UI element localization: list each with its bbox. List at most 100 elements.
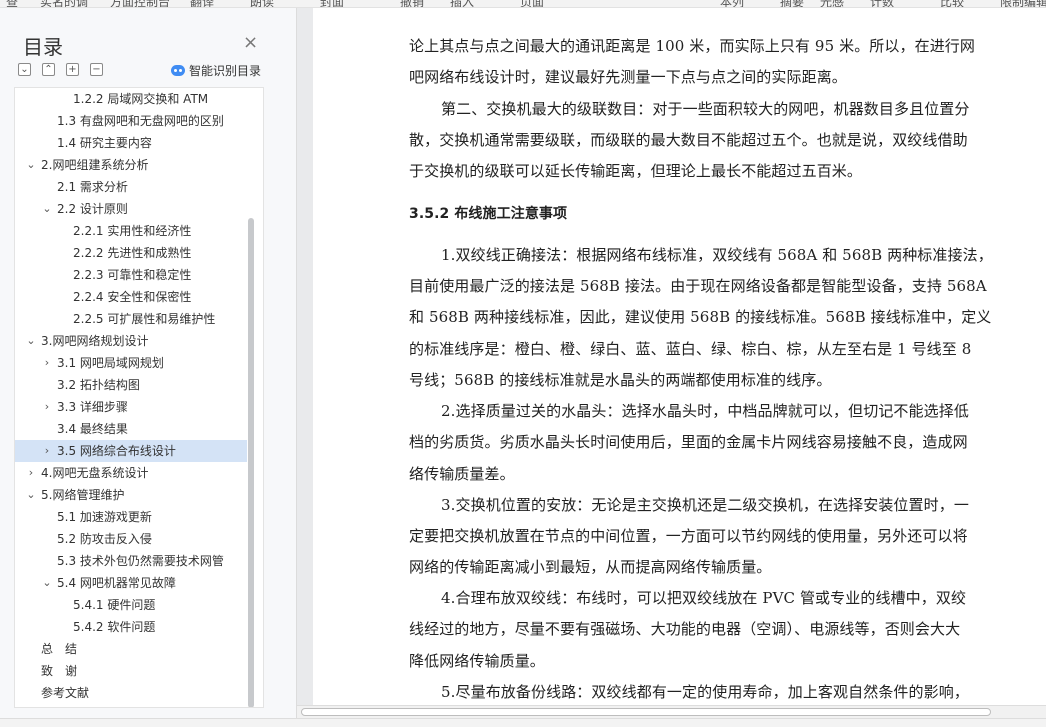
toc-item[interactable]: 参考文献 xyxy=(15,682,247,704)
toc-tree: 1.2.2 局域网交换和 ATM 1.3 有盘网吧和无盘网吧的区别 1.4 研究主要… xyxy=(14,87,264,708)
toc-item-label: 1.2.2 局域网交换和 ATM xyxy=(73,92,209,106)
paragraph-line: 散，交换机通常需要级联，而级联的最大数目不能超过五个。也就是说，双绞线借助 xyxy=(409,131,968,149)
toc-item[interactable]: 5.4.2 软件问题 xyxy=(15,616,247,638)
toc-item[interactable]: 2.2.2 先进性和成熟性 xyxy=(15,242,247,264)
toc-item-label: 2.2.4 安全性和保密性 xyxy=(73,290,192,304)
chevron-right-icon[interactable]: › xyxy=(41,396,53,418)
toc-item[interactable]: 1.2.2 局域网交换和 ATM xyxy=(15,88,247,110)
toc-scrollbar[interactable] xyxy=(248,218,254,707)
toolbar-item[interactable]: 计数 xyxy=(870,0,894,7)
chevron-down-icon[interactable]: ⌄ xyxy=(41,198,53,220)
toc-item-label: 5.4 网吧机器常见故障 xyxy=(57,576,176,590)
toc-item[interactable]: ⌄ 3.网吧网络规划设计 xyxy=(15,330,247,352)
toc-item[interactable]: 2.1 需求分析 xyxy=(15,176,247,198)
toolbar-item[interactable]: 撤销 xyxy=(400,0,424,7)
toc-item[interactable]: 总 结 xyxy=(15,638,247,660)
toc-item-label: 4.网吧无盘系统设计 xyxy=(41,466,149,480)
scrollbar-thumb[interactable] xyxy=(301,708,991,716)
toc-item[interactable]: 5.2 防攻击反入侵 xyxy=(15,528,247,550)
toc-item-label: 2.2.3 可靠性和稳定性 xyxy=(73,268,192,282)
toc-item[interactable]: › 3.5 网络综合布线设计 xyxy=(15,440,247,462)
chevron-down-icon[interactable]: ⌄ xyxy=(25,330,37,352)
toolbar-item[interactable]: 本列 xyxy=(720,0,744,7)
chevron-down-icon[interactable]: ⌄ xyxy=(25,154,37,176)
toc-item-label: 总 结 xyxy=(41,642,78,656)
toc-item[interactable]: ⌄ 5.4 网吧机器常见故障 xyxy=(15,572,247,594)
toolbar-item[interactable]: 朗读 xyxy=(250,0,274,7)
toc-item[interactable]: 5.4.1 硬件问题 xyxy=(15,594,247,616)
toc-item-label: 2.2.5 可扩展性和易维护性 xyxy=(73,312,216,326)
toc-item[interactable]: 致 谢 xyxy=(15,660,247,682)
chevron-right-icon[interactable]: › xyxy=(25,462,37,484)
ai-icon xyxy=(171,65,185,76)
paragraph-line: 定要把交换机放置在节点的中间位置，一方面可以节约网线的使用量，另外还可以将 xyxy=(409,527,968,545)
toc-item-label: 2.2.2 先进性和成熟性 xyxy=(73,246,192,260)
toc-item[interactable]: 1.3 有盘网吧和无盘网吧的区别 xyxy=(15,110,247,132)
toolbar-item[interactable]: 实名的调 xyxy=(40,0,88,7)
chevron-down-icon[interactable]: ⌄ xyxy=(41,572,53,594)
toolbar-item[interactable]: 方面控制台 xyxy=(110,0,170,7)
expand-all-icon[interactable]: ⌃ xyxy=(42,63,55,76)
toc-item[interactable]: 2.2.3 可靠性和稳定性 xyxy=(15,264,247,286)
add-heading-icon[interactable]: + xyxy=(66,63,79,76)
remove-heading-icon[interactable]: − xyxy=(90,63,103,76)
toc-title: 目录 xyxy=(23,35,63,59)
toc-item[interactable]: 3.2 拓扑结构图 xyxy=(15,374,247,396)
toc-item[interactable]: 5.1 加速游戏更新 xyxy=(15,506,247,528)
chevron-right-icon[interactable]: › xyxy=(41,440,53,462)
toolbar-item[interactable]: 摘要 xyxy=(780,0,804,7)
close-icon[interactable]: × xyxy=(243,32,258,53)
toc-item-label: 致 谢 xyxy=(41,664,78,678)
toolbar-item[interactable]: 查 xyxy=(6,0,18,7)
smart-toc-button[interactable]: 智能识别目录 xyxy=(171,62,261,79)
toolbar-item[interactable]: 页面 xyxy=(520,0,544,7)
paragraph-line: 1.双绞线正确接法：根据网络布线标准，双绞线有 568A 和 568B 两种标准… xyxy=(441,246,993,264)
toolbar-item[interactable]: 光感 xyxy=(820,0,844,7)
toc-item-label: 3.网吧网络规划设计 xyxy=(41,334,149,348)
toc-item[interactable]: 2.2.1 实用性和经济性 xyxy=(15,220,247,242)
toc-item[interactable]: › 3.3 详细步骤 xyxy=(15,396,247,418)
toc-item[interactable]: 1.4 研究主要内容 xyxy=(15,132,247,154)
toc-item-label: 5.2 防攻击反入侵 xyxy=(57,532,152,546)
toolbar-item[interactable]: 翻译 xyxy=(190,0,214,7)
toc-sidebar: 目录 × ⌄ ⌃ + − 智能识别目录 1.2.2 局域网交换和 ATM 1.3 … xyxy=(0,8,297,720)
section-heading: 3.5.2 布线施工注意事项 xyxy=(409,206,568,222)
paragraph-line: 3.交换机位置的安放：无论是主交换机还是二级交换机，在选择安装位置时，一 xyxy=(441,496,969,514)
ribbon-toolbar: 查 实名的调 方面控制台 翻译 朗读 封面 撤销 插入 页面 本列 摘要 光感 计数 比较 限制编辑 xyxy=(0,0,1046,8)
toc-item-label: 2.2 设计原则 xyxy=(57,202,128,216)
document-area: 论上其点与点之间最大的通讯距离是 100 米，而实际上只有 95 米。所以，在进… xyxy=(297,8,1046,705)
toc-item[interactable]: › 4.网吧无盘系统设计 xyxy=(15,462,247,484)
toolbar-item[interactable]: 插入 xyxy=(450,0,474,7)
horizontal-scrollbar[interactable] xyxy=(297,705,1046,718)
toc-item[interactable]: 3.4 最终结果 xyxy=(15,418,247,440)
paragraph-line: 吧网络布线设计时，建议最好先测量一下点与点之间的实际距离。 xyxy=(409,68,847,86)
chevron-down-icon[interactable]: ⌄ xyxy=(25,484,37,506)
toolbar-item[interactable]: 比较 xyxy=(940,0,964,7)
paragraph-line: 5.尽量布放备份线路：双绞线都有一定的使用寿命，加上客观自然条件的影响， xyxy=(441,683,969,701)
toc-item[interactable]: 2.2.5 可扩展性和易维护性 xyxy=(15,308,247,330)
toc-item[interactable]: ⌄ 2.网吧组建系统分析 xyxy=(15,154,247,176)
paragraph-line: 于交换机的级联可以延长传输距离，但理论上最长不能超过五百米。 xyxy=(409,162,863,180)
toc-item[interactable]: 5.3 技术外包仍然需要技术网管 xyxy=(15,550,247,572)
toc-item-label: 3.5 网络综合布线设计 xyxy=(57,444,176,458)
paragraph-line: 降低网络传输质量。 xyxy=(409,652,545,670)
toolbar-item[interactable]: 封面 xyxy=(320,0,344,7)
collapse-all-icon[interactable]: ⌄ xyxy=(18,63,31,76)
chevron-right-icon[interactable]: › xyxy=(41,352,53,374)
toc-item[interactable]: 2.2.4 安全性和保密性 xyxy=(15,286,247,308)
toc-item-label: 1.3 有盘网吧和无盘网吧的区别 xyxy=(57,114,224,128)
paragraph-line: 和 568B 两种接线标准，因此，建议使用 568B 的接线标准。568B 接线… xyxy=(409,308,992,326)
paragraph-line: 4.合理布放双绞线：布线时，可以把双绞线放在 PVC 管或专业的线槽中，双绞 xyxy=(441,589,967,607)
paragraph-line: 目前使用最广泛的接法是 568B 接法。由于现在网络设备都是智能型设备，支持 5… xyxy=(409,277,987,295)
toolbar-item[interactable]: 限制编辑 xyxy=(1000,0,1046,7)
paragraph-line: 第二、交换机最大的级联数目：对于一些面积较大的网吧，机器数目多且位置分 xyxy=(441,100,970,118)
toc-item[interactable]: ⌄ 5.网络管理维护 xyxy=(15,484,247,506)
toc-item-label: 3.2 拓扑结构图 xyxy=(57,378,140,392)
toc-item-label: 5.1 加速游戏更新 xyxy=(57,510,152,524)
toc-item-label: 3.4 最终结果 xyxy=(57,422,128,436)
toc-item[interactable]: › 3.1 网吧局域网规划 xyxy=(15,352,247,374)
toc-item-label: 3.1 网吧局域网规划 xyxy=(57,356,164,370)
toc-item[interactable]: ⌄ 2.2 设计原则 xyxy=(15,198,247,220)
toc-item-label: 5.4.1 硬件问题 xyxy=(73,598,156,612)
toc-item-label: 参考文献 xyxy=(41,686,90,700)
